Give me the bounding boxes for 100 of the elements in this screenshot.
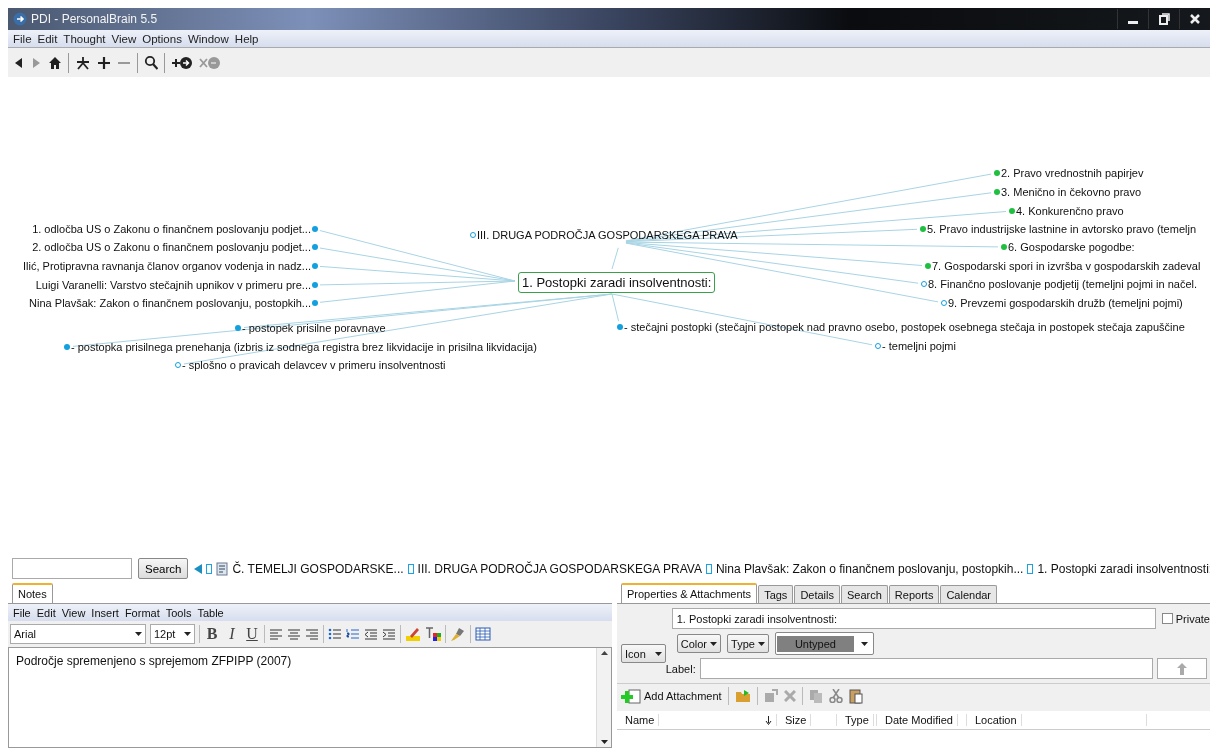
breadcrumb-item[interactable]: Č. TEMELJI GOSPODARSKE... [232,561,404,576]
column-header[interactable]: Type [837,714,877,726]
numbered-list-icon[interactable] [346,628,360,640]
thought-icon[interactable] [407,563,414,574]
thought-label[interactable]: - postopka prisilnega prenehanja (izbris iz sodnega registra brez likvidacije in prisilna likvidacija) [70,341,538,353]
align-left-icon[interactable] [269,628,283,640]
active-thought[interactable]: 1. Postopki zaradi insolventnosti: [518,272,716,293]
breadcrumb-item[interactable]: III. DRUGA PODROČJA GOSPODARSKEGA PRAVA [417,561,702,576]
brush-icon[interactable] [450,627,466,641]
label-field[interactable] [699,658,1153,679]
thought-label[interactable]: 2. odločba US o Zakonu o finančnem poslovanju podjet... [31,241,312,253]
restore-icon[interactable] [1158,13,1170,25]
upload-button[interactable] [1156,658,1207,679]
panel-tab[interactable]: Properties & Attachments [621,583,758,603]
column-header[interactable]: Date Modified [877,714,967,726]
gate-icon[interactable] [312,226,318,232]
home-icon[interactable] [48,54,62,71]
menu-item[interactable]: Help [231,32,262,45]
panel-tab[interactable]: Search [841,585,888,603]
private-checkbox[interactable] [1161,613,1173,624]
gate-icon[interactable] [312,282,318,288]
highlighter-icon[interactable] [405,627,421,641]
thought-label[interactable]: - temeljni pojmi [881,340,957,352]
panel-tab[interactable]: Tags [758,585,794,603]
gate-icon[interactable] [1009,208,1015,214]
thought-label[interactable]: 3. Menično in čekovno pravo [1000,186,1143,198]
delete-icon[interactable] [783,690,796,702]
panel-tab[interactable]: Reports [888,585,940,603]
menu-item[interactable]: Edit [34,32,61,45]
indent-icon[interactable] [382,628,396,640]
menu-item[interactable]: Format [121,606,163,619]
gate-icon[interactable] [920,226,926,232]
gate-icon[interactable] [312,300,318,306]
menu-item[interactable]: Thought [60,32,109,45]
scroll-up-icon[interactable] [600,651,608,655]
add-attachment-button[interactable]: Add Attachment [621,688,722,704]
gate-icon[interactable] [994,189,1000,195]
thought-label[interactable]: 2. Pravo vrednostnih papirjev [1000,167,1145,179]
panel-tab[interactable]: Calendar [940,585,998,603]
name-field[interactable]: 1. Postopki zaradi insolventnosti: [671,608,1156,629]
bullet-list-icon[interactable] [328,628,342,640]
format-button[interactable]: B [204,625,220,643]
thought-label[interactable]: - postopek prisilne poravnave [241,322,387,334]
menu-item[interactable]: View [58,606,89,619]
add-link-icon[interactable] [171,54,193,71]
thought-label[interactable]: - splošno o pravicah delavcev v primeru insolventnosti [181,359,447,371]
scroll-down-icon[interactable] [600,740,608,744]
align-right-icon[interactable] [305,628,319,640]
thought-label[interactable]: Nina Plavšak: Zakon o finančnem poslovanju, postopkih... [28,297,312,309]
gate-icon[interactable] [235,325,241,331]
gate-icon[interactable] [921,281,927,287]
gate-icon[interactable] [1001,244,1007,250]
menu-item[interactable]: Tools [162,606,195,619]
search-field[interactable] [12,558,132,579]
type-dropdown[interactable]: Type [727,634,769,653]
menu-item[interactable]: Insert [88,606,122,619]
thought-label[interactable]: Ilić, Protipravna ravnanja članov organov vodenja in nadz... [22,260,312,272]
gate-icon[interactable] [64,344,70,350]
back-arrow-icon[interactable] [194,563,203,574]
notes-tab[interactable]: Notes [12,583,53,603]
move-icon[interactable] [763,689,778,703]
plus-icon[interactable] [97,54,111,71]
search-icon[interactable] [144,54,158,71]
paste-icon[interactable] [848,688,863,704]
gate-icon[interactable] [941,300,947,306]
copy-icon[interactable] [808,689,823,703]
gate-icon[interactable] [875,343,881,349]
menu-item[interactable]: File [10,32,35,45]
thought-label[interactable]: 8. Finančno poslovanje podjetij (temeljni pojmi in načel. [927,278,1199,290]
breadcrumb-item[interactable]: Nina Plavšak: Zakon o finančnem poslovanju, postopkih... [715,561,1024,576]
outdent-icon[interactable] [364,628,378,640]
icon-dropdown[interactable]: Icon [621,644,666,663]
thought-label[interactable]: 5. Pravo industrijske lastnine in avtorsko pravo (temeljn [926,223,1197,235]
format-button[interactable]: U [244,625,260,643]
thought-label[interactable]: - stečajni postopki (stečajni postopek nad pravno osebo, postopek osebnega stečaja in postopek stečaja zapuščine [623,321,1186,333]
menu-item[interactable]: File [10,606,34,619]
close-icon[interactable] [1189,13,1201,25]
gate-icon[interactable] [925,263,931,269]
format-button[interactable]: I [224,625,240,643]
thought-label[interactable]: III. DRUGA PODROČJA GOSPODARSKEGA PRAVA [476,229,739,241]
thought-icon[interactable] [206,563,213,574]
gate-icon[interactable] [175,362,181,368]
size-dropdown[interactable]: 12pt [150,624,195,644]
thought-icon[interactable] [1027,563,1034,574]
folder-icon[interactable] [734,689,751,703]
network-icon[interactable] [75,54,91,71]
align-center-icon[interactable] [287,628,301,640]
menu-item[interactable]: Options [139,32,185,45]
remove-link-icon[interactable] [199,54,221,71]
column-header[interactable]: Name [617,714,777,726]
menu-item[interactable]: Table [194,606,227,619]
gate-icon[interactable] [470,232,476,238]
panel-tab[interactable]: Details [794,585,840,603]
search-button[interactable]: Search [138,558,189,579]
color-dropdown[interactable]: Color [676,634,722,653]
menu-item[interactable]: Edit [33,606,59,619]
thought-label[interactable]: 6. Gospodarske pogodbe: [1007,241,1136,253]
thought-label[interactable]: 7. Gospodarski spori in izvršba v gospodarskih zadeval [931,260,1202,272]
gate-icon[interactable] [312,244,318,250]
thought-label[interactable]: 4. Konkurenčno pravo [1015,205,1125,217]
